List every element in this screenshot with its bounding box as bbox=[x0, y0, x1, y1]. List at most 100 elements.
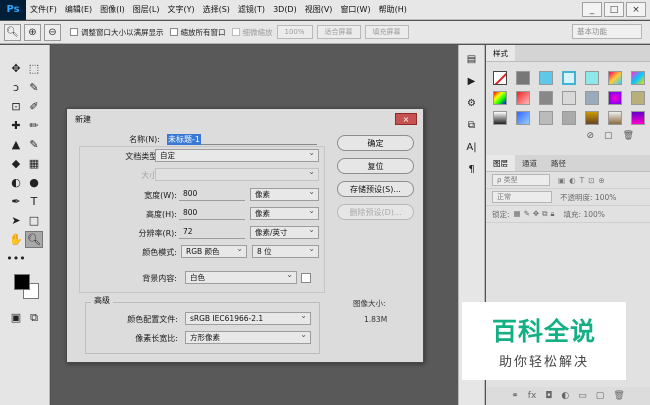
actions-icon[interactable]: ▶ bbox=[464, 73, 480, 89]
new-layer-icon[interactable]: ▢ bbox=[596, 391, 605, 401]
quick-select-tool-icon[interactable]: ✎ bbox=[25, 79, 43, 96]
character-icon[interactable]: A| bbox=[464, 139, 480, 155]
style-swatch[interactable] bbox=[631, 91, 645, 105]
menu-window[interactable]: 窗口(W) bbox=[336, 0, 374, 20]
more-tools-icon[interactable]: ••• bbox=[6, 250, 25, 267]
menu-image[interactable]: 图像(I) bbox=[96, 0, 129, 20]
style-swatch[interactable] bbox=[516, 111, 530, 125]
resolution-unit-select[interactable]: 像素/英寸 bbox=[250, 224, 319, 239]
filter-icons[interactable]: ▣◐T⊡⊕ bbox=[558, 176, 609, 185]
close-window-button[interactable]: × bbox=[626, 2, 646, 17]
tab-layers[interactable]: 图层 bbox=[486, 155, 515, 171]
healing-brush-tool-icon[interactable]: ✚ bbox=[7, 117, 25, 134]
history-brush-tool-icon[interactable]: ✎ bbox=[25, 136, 43, 153]
menu-filter[interactable]: 滤镜(T) bbox=[234, 0, 269, 20]
blend-mode-select[interactable]: 正常 bbox=[492, 191, 552, 203]
zoom-all-checkbox[interactable]: 缩放所有窗口 bbox=[169, 27, 226, 38]
name-field[interactable]: 未标题-1 bbox=[167, 134, 317, 145]
gradient-tool-icon[interactable]: ▦ bbox=[25, 155, 43, 172]
resolution-input[interactable]: 72 bbox=[179, 226, 245, 239]
menu-select[interactable]: 选择(S) bbox=[199, 0, 234, 20]
foreground-color[interactable] bbox=[14, 274, 30, 290]
menu-layer[interactable]: 图层(L) bbox=[129, 0, 164, 20]
paragraph-icon[interactable]: ¶ bbox=[464, 161, 480, 177]
advanced-toggle[interactable]: 高级 bbox=[91, 295, 113, 306]
scrubby-zoom-checkbox[interactable]: 细微缩放 bbox=[231, 27, 273, 38]
maximize-button[interactable]: □ bbox=[604, 2, 624, 17]
background-color-swatch[interactable] bbox=[301, 273, 311, 283]
properties-icon[interactable]: ⚙ bbox=[464, 95, 480, 111]
history-icon[interactable]: ▤ bbox=[464, 51, 480, 67]
zoom-tool-icon[interactable]: 🔍︎ bbox=[25, 231, 43, 248]
height-input[interactable]: 800 bbox=[179, 207, 245, 220]
style-swatch[interactable] bbox=[585, 111, 599, 125]
save-preset-button[interactable]: 存储预设(S)... bbox=[337, 181, 414, 197]
trash-icon[interactable]: 🗑︎ bbox=[623, 131, 634, 141]
eyedropper-tool-icon[interactable]: ✐ bbox=[25, 98, 43, 115]
lasso-tool-icon[interactable]: ↄ bbox=[7, 79, 25, 96]
menu-file[interactable]: 文件(F) bbox=[26, 0, 61, 20]
style-swatch[interactable] bbox=[585, 91, 599, 105]
ok-button[interactable]: 确定 bbox=[337, 135, 414, 151]
style-swatch[interactable] bbox=[516, 71, 530, 85]
menu-view[interactable]: 视图(V) bbox=[301, 0, 337, 20]
minimize-button[interactable]: _ bbox=[582, 2, 602, 17]
delete-layer-icon[interactable]: 🗑︎ bbox=[613, 391, 624, 401]
style-swatch[interactable] bbox=[608, 71, 622, 85]
hand-tool-icon[interactable]: ✋ bbox=[7, 231, 25, 248]
delete-preset-button[interactable]: 删除预设(D)... bbox=[337, 204, 414, 220]
lock-icons[interactable]: ▦✎✥⧉🔒︎ bbox=[514, 209, 558, 219]
link-layers-icon[interactable]: ⚭ bbox=[511, 391, 519, 401]
document-type-select[interactable]: 自定 bbox=[155, 147, 319, 162]
no-style-button-icon[interactable]: ⊘ bbox=[587, 131, 595, 141]
style-swatch[interactable] bbox=[562, 91, 576, 105]
fx-icon[interactable]: fx bbox=[528, 391, 537, 401]
pixel-aspect-select[interactable]: 方形像素 bbox=[185, 329, 311, 344]
background-select[interactable]: 白色 bbox=[185, 269, 297, 284]
dialog-close-button[interactable]: × bbox=[395, 113, 417, 125]
brush-tool-icon[interactable]: ✏ bbox=[25, 117, 43, 134]
fit-screen-button[interactable]: 适合屏幕 bbox=[316, 25, 361, 39]
fill-field[interactable]: 填充: 100% bbox=[564, 209, 605, 220]
reset-button[interactable]: 复位 bbox=[337, 158, 414, 174]
width-input[interactable]: 800 bbox=[179, 188, 245, 201]
style-swatch[interactable] bbox=[493, 111, 507, 125]
quick-mask-icon[interactable]: ▣ bbox=[7, 309, 25, 326]
blur-tool-icon[interactable]: ◐ bbox=[7, 174, 25, 191]
menu-type[interactable]: 文字(Y) bbox=[163, 0, 198, 20]
color-profile-select[interactable]: sRGB IEC61966-2.1 bbox=[185, 310, 311, 325]
eraser-tool-icon[interactable]: ◆ bbox=[7, 155, 25, 172]
pen-tool-icon[interactable]: ✒ bbox=[7, 193, 25, 210]
menu-help[interactable]: 帮助(H) bbox=[375, 0, 411, 20]
height-unit-select[interactable]: 像素 bbox=[250, 205, 319, 220]
clone-stamp-tool-icon[interactable]: ▲ bbox=[7, 136, 25, 153]
style-none-swatch[interactable] bbox=[493, 71, 507, 85]
opacity-field[interactable]: 不透明度: 100% bbox=[560, 192, 616, 203]
style-swatch[interactable] bbox=[562, 111, 576, 125]
workspace-select[interactable]: 基本功能 bbox=[572, 24, 642, 39]
marquee-tool-icon[interactable]: ⬚ bbox=[25, 60, 43, 77]
bit-depth-select[interactable]: 8 位 bbox=[252, 243, 319, 258]
zoom-100-button[interactable]: 100% bbox=[276, 25, 313, 39]
clone-source-icon[interactable]: ⧉ bbox=[464, 117, 480, 133]
color-mode-select[interactable]: RGB 颜色 bbox=[181, 243, 247, 258]
style-swatch[interactable] bbox=[493, 91, 507, 105]
style-swatch[interactable] bbox=[539, 111, 553, 125]
type-tool-icon[interactable]: T bbox=[25, 193, 43, 210]
style-swatch[interactable] bbox=[539, 91, 553, 105]
width-unit-select[interactable]: 像素 bbox=[250, 186, 319, 201]
rectangle-tool-icon[interactable]: □ bbox=[25, 212, 43, 229]
crop-tool-icon[interactable]: ⊡ bbox=[7, 98, 25, 115]
mask-icon[interactable]: ◘ bbox=[545, 391, 552, 401]
style-swatch[interactable] bbox=[516, 91, 530, 105]
style-swatch[interactable] bbox=[562, 71, 576, 85]
size-select[interactable] bbox=[155, 166, 319, 181]
folder-icon[interactable]: ▭ bbox=[578, 391, 587, 401]
style-swatch[interactable] bbox=[631, 71, 645, 85]
menu-3d[interactable]: 3D(D) bbox=[269, 0, 301, 20]
style-swatch[interactable] bbox=[539, 71, 553, 85]
style-swatch[interactable] bbox=[585, 71, 599, 85]
adjustment-icon[interactable]: ◐ bbox=[561, 391, 569, 401]
new-style-icon[interactable]: ▢ bbox=[604, 131, 613, 141]
screen-mode-icon[interactable]: ⧉ bbox=[25, 309, 43, 326]
